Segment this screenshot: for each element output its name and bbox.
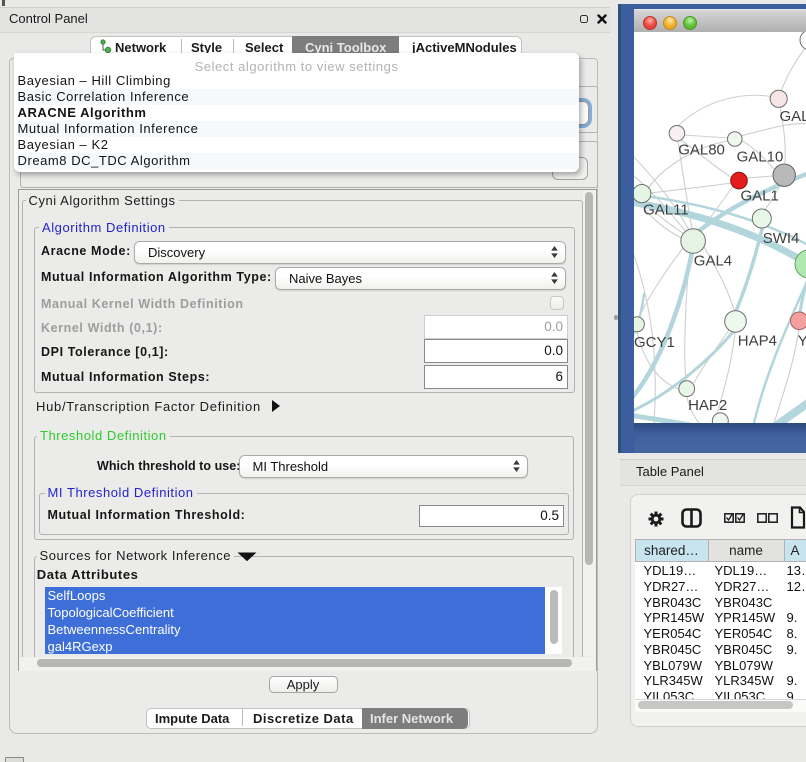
- svg-text:GAL1: GAL1: [741, 188, 779, 205]
- svg-text:GAL80: GAL80: [678, 142, 725, 159]
- svg-text:SWI4: SWI4: [763, 230, 800, 247]
- svg-text:GCY1: GCY1: [634, 334, 675, 351]
- svg-text:HAP4: HAP4: [738, 333, 777, 350]
- svg-text:HAP2: HAP2: [688, 397, 727, 414]
- svg-text:GAL4: GAL4: [694, 253, 732, 270]
- svg-text:Y: Y: [798, 333, 806, 350]
- svg-text:GAL10: GAL10: [737, 149, 784, 166]
- svg-text:GAL11: GAL11: [643, 202, 689, 219]
- svg-text:GAL2: GAL2: [780, 108, 806, 125]
